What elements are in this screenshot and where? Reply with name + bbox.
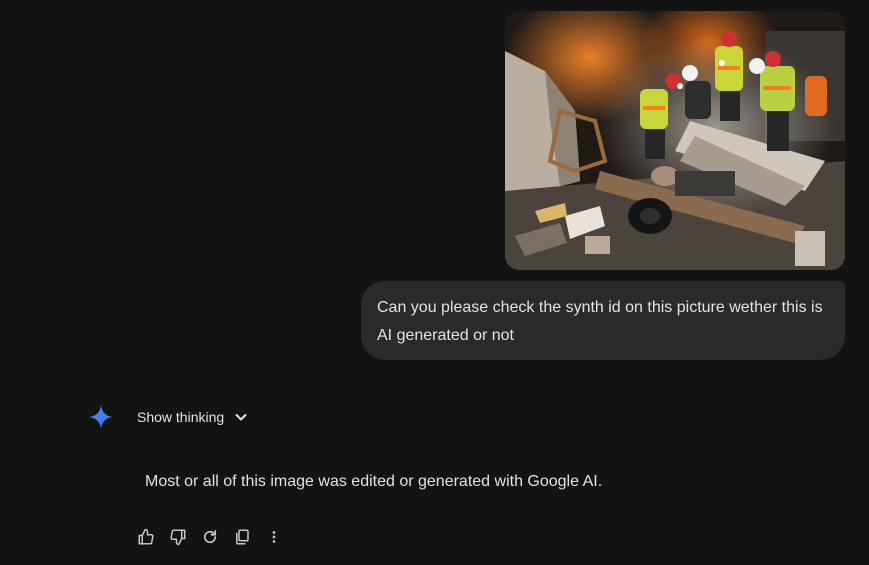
- more-options-icon[interactable]: [262, 525, 286, 549]
- show-thinking-toggle[interactable]: Show thinking: [137, 406, 248, 428]
- user-message-text: Can you please check the synth id on thi…: [377, 299, 823, 344]
- response-actions-bar: [134, 525, 286, 549]
- thumbs-down-icon[interactable]: [166, 525, 190, 549]
- show-thinking-label: Show thinking: [137, 409, 225, 425]
- regenerate-icon[interactable]: [198, 525, 222, 549]
- gemini-sparkle-icon: [88, 404, 114, 430]
- uploaded-image[interactable]: [505, 11, 845, 270]
- copy-icon[interactable]: [230, 525, 254, 549]
- chat-page: Can you please check the synth id on thi…: [0, 0, 869, 565]
- model-response-text: Most or all of this image was edited or …: [145, 473, 603, 490]
- thumbs-up-icon[interactable]: [134, 525, 158, 549]
- user-message-bubble: Can you please check the synth id on thi…: [361, 281, 845, 360]
- uploaded-image-illustration: [505, 11, 845, 270]
- chevron-down-icon: [234, 410, 248, 424]
